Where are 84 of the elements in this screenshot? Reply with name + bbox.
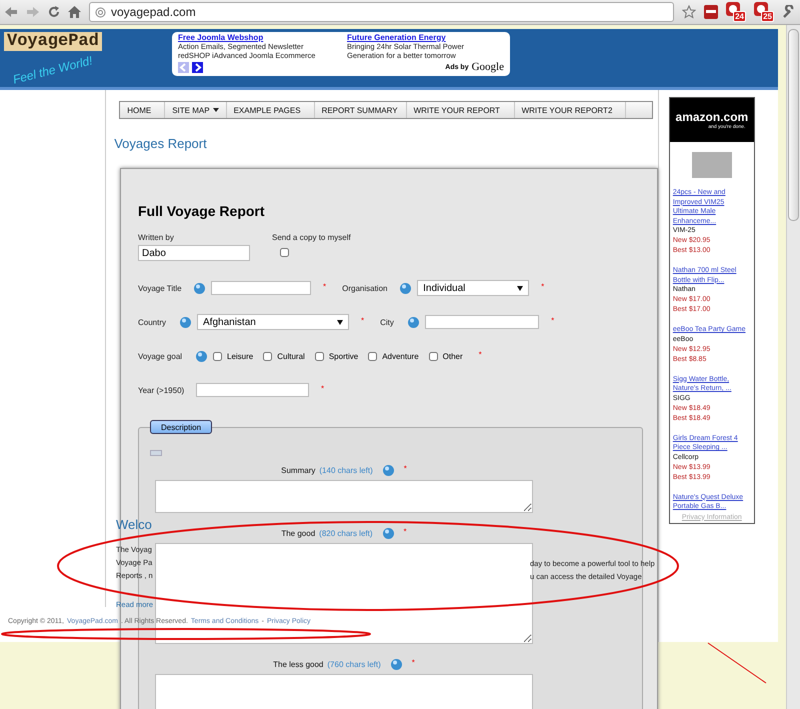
- nav-item[interactable]: WRITE YOUR REPORT: [406, 102, 515, 118]
- ad-title-link[interactable]: Free Joomla Webshop: [178, 33, 335, 42]
- field-label: Voyage goal: [138, 352, 184, 360]
- notification-badge: 25: [761, 11, 774, 22]
- char-counter: (140 chars left): [319, 466, 373, 475]
- nav-item[interactable]: EXAMPLE PAGES: [226, 102, 315, 118]
- dialog-title: Full Voyage Report: [138, 203, 266, 219]
- required-mark: *: [404, 527, 407, 536]
- checkbox-label: Adventure: [382, 352, 419, 360]
- help-icon[interactable]: [196, 350, 207, 362]
- help-icon[interactable]: [400, 282, 412, 294]
- field-label: The less good: [273, 660, 324, 669]
- field-label: Country: [138, 318, 168, 326]
- reload-icon[interactable]: [48, 6, 60, 18]
- help-icon[interactable]: [382, 528, 394, 539]
- scrollbar-thumb[interactable]: [788, 29, 799, 221]
- char-counter: (760 chars left): [327, 660, 381, 669]
- notification-badge: 24: [733, 11, 746, 22]
- goal-checkbox[interactable]: [213, 352, 222, 360]
- checkbox-label: Sportive: [328, 352, 358, 360]
- help-icon[interactable]: [194, 282, 205, 294]
- site-logo[interactable]: VoyagePad: [4, 32, 102, 51]
- text-field[interactable]: [196, 383, 309, 397]
- caret-icon: [337, 320, 343, 324]
- nav-item[interactable]: WRITE YOUR REPORT2: [514, 102, 626, 118]
- required-mark: *: [478, 350, 482, 358]
- help-icon[interactable]: [382, 465, 394, 476]
- caret-icon: [517, 286, 524, 290]
- required-mark: *: [361, 316, 364, 324]
- text-field[interactable]: [425, 315, 540, 329]
- forward-icon[interactable]: [26, 6, 40, 18]
- required-mark: *: [551, 316, 554, 324]
- field-label: City: [380, 318, 395, 326]
- text-field[interactable]: [211, 281, 311, 295]
- back-icon[interactable]: [4, 6, 18, 18]
- address-bar[interactable]: voyagepad.com: [89, 2, 674, 22]
- scrollbar[interactable]: [786, 25, 800, 709]
- dropdown[interactable]: Individual: [417, 280, 530, 296]
- required-mark: *: [412, 658, 415, 667]
- help-icon[interactable]: [408, 316, 420, 328]
- description-tab[interactable]: Description: [150, 420, 212, 434]
- nav-item[interactable]: HOME: [120, 102, 166, 118]
- field-label: Voyage Title: [138, 284, 183, 292]
- goal-checkbox[interactable]: [314, 352, 324, 360]
- goal-checkbox[interactable]: [263, 352, 272, 360]
- nav-item[interactable]: SITE MAP: [165, 102, 227, 118]
- required-mark: *: [321, 384, 324, 392]
- help-icon[interactable]: [390, 659, 402, 670]
- globe-icon: [95, 6, 106, 18]
- field-label: Written by: [138, 233, 175, 242]
- home-icon[interactable]: [68, 6, 81, 18]
- toggle-button[interactable]: [150, 450, 162, 456]
- goal-checkbox[interactable]: [428, 352, 438, 360]
- field-label: Summary: [281, 466, 316, 475]
- caret-icon: [212, 108, 219, 112]
- star-icon[interactable]: [682, 5, 696, 19]
- annotation-line: [708, 642, 766, 684]
- site-tagline: Feel the World!: [12, 53, 94, 87]
- copy-checkbox[interactable]: [280, 248, 289, 257]
- page-title: Voyages Report: [114, 136, 208, 151]
- wrench-icon[interactable]: [782, 5, 796, 19]
- dropdown[interactable]: Afghanistan: [197, 314, 349, 330]
- required-mark: *: [541, 282, 544, 290]
- url-text: voyagepad.com: [111, 5, 196, 19]
- field-label: Send a copy to myself: [272, 233, 351, 242]
- checkbox-label: Leisure: [227, 352, 254, 360]
- field-label: Year (>1950): [138, 386, 186, 394]
- next-arrow-icon[interactable]: [192, 62, 203, 72]
- product-photo-placeholder: [692, 152, 732, 178]
- field-label: Organisation: [342, 284, 388, 292]
- goal-checkbox[interactable]: [368, 352, 378, 360]
- char-counter: (820 chars left): [319, 529, 373, 538]
- ad-title-link[interactable]: Future Generation Energy: [347, 33, 504, 42]
- amazon-logo: amazon.com: [676, 110, 748, 124]
- checkbox-label: Other: [442, 352, 463, 360]
- checkbox-label: Cultural: [277, 352, 305, 360]
- author-field[interactable]: Dabo: [138, 245, 250, 261]
- required-mark: *: [404, 464, 407, 473]
- section-heading: Welco: [116, 517, 153, 533]
- help-icon[interactable]: [180, 316, 191, 328]
- required-mark: *: [323, 282, 326, 290]
- ads-brand: Google: [472, 61, 504, 73]
- nav-item[interactable]: REPORT SUMMARY: [314, 102, 407, 118]
- field-label: The good: [281, 529, 316, 538]
